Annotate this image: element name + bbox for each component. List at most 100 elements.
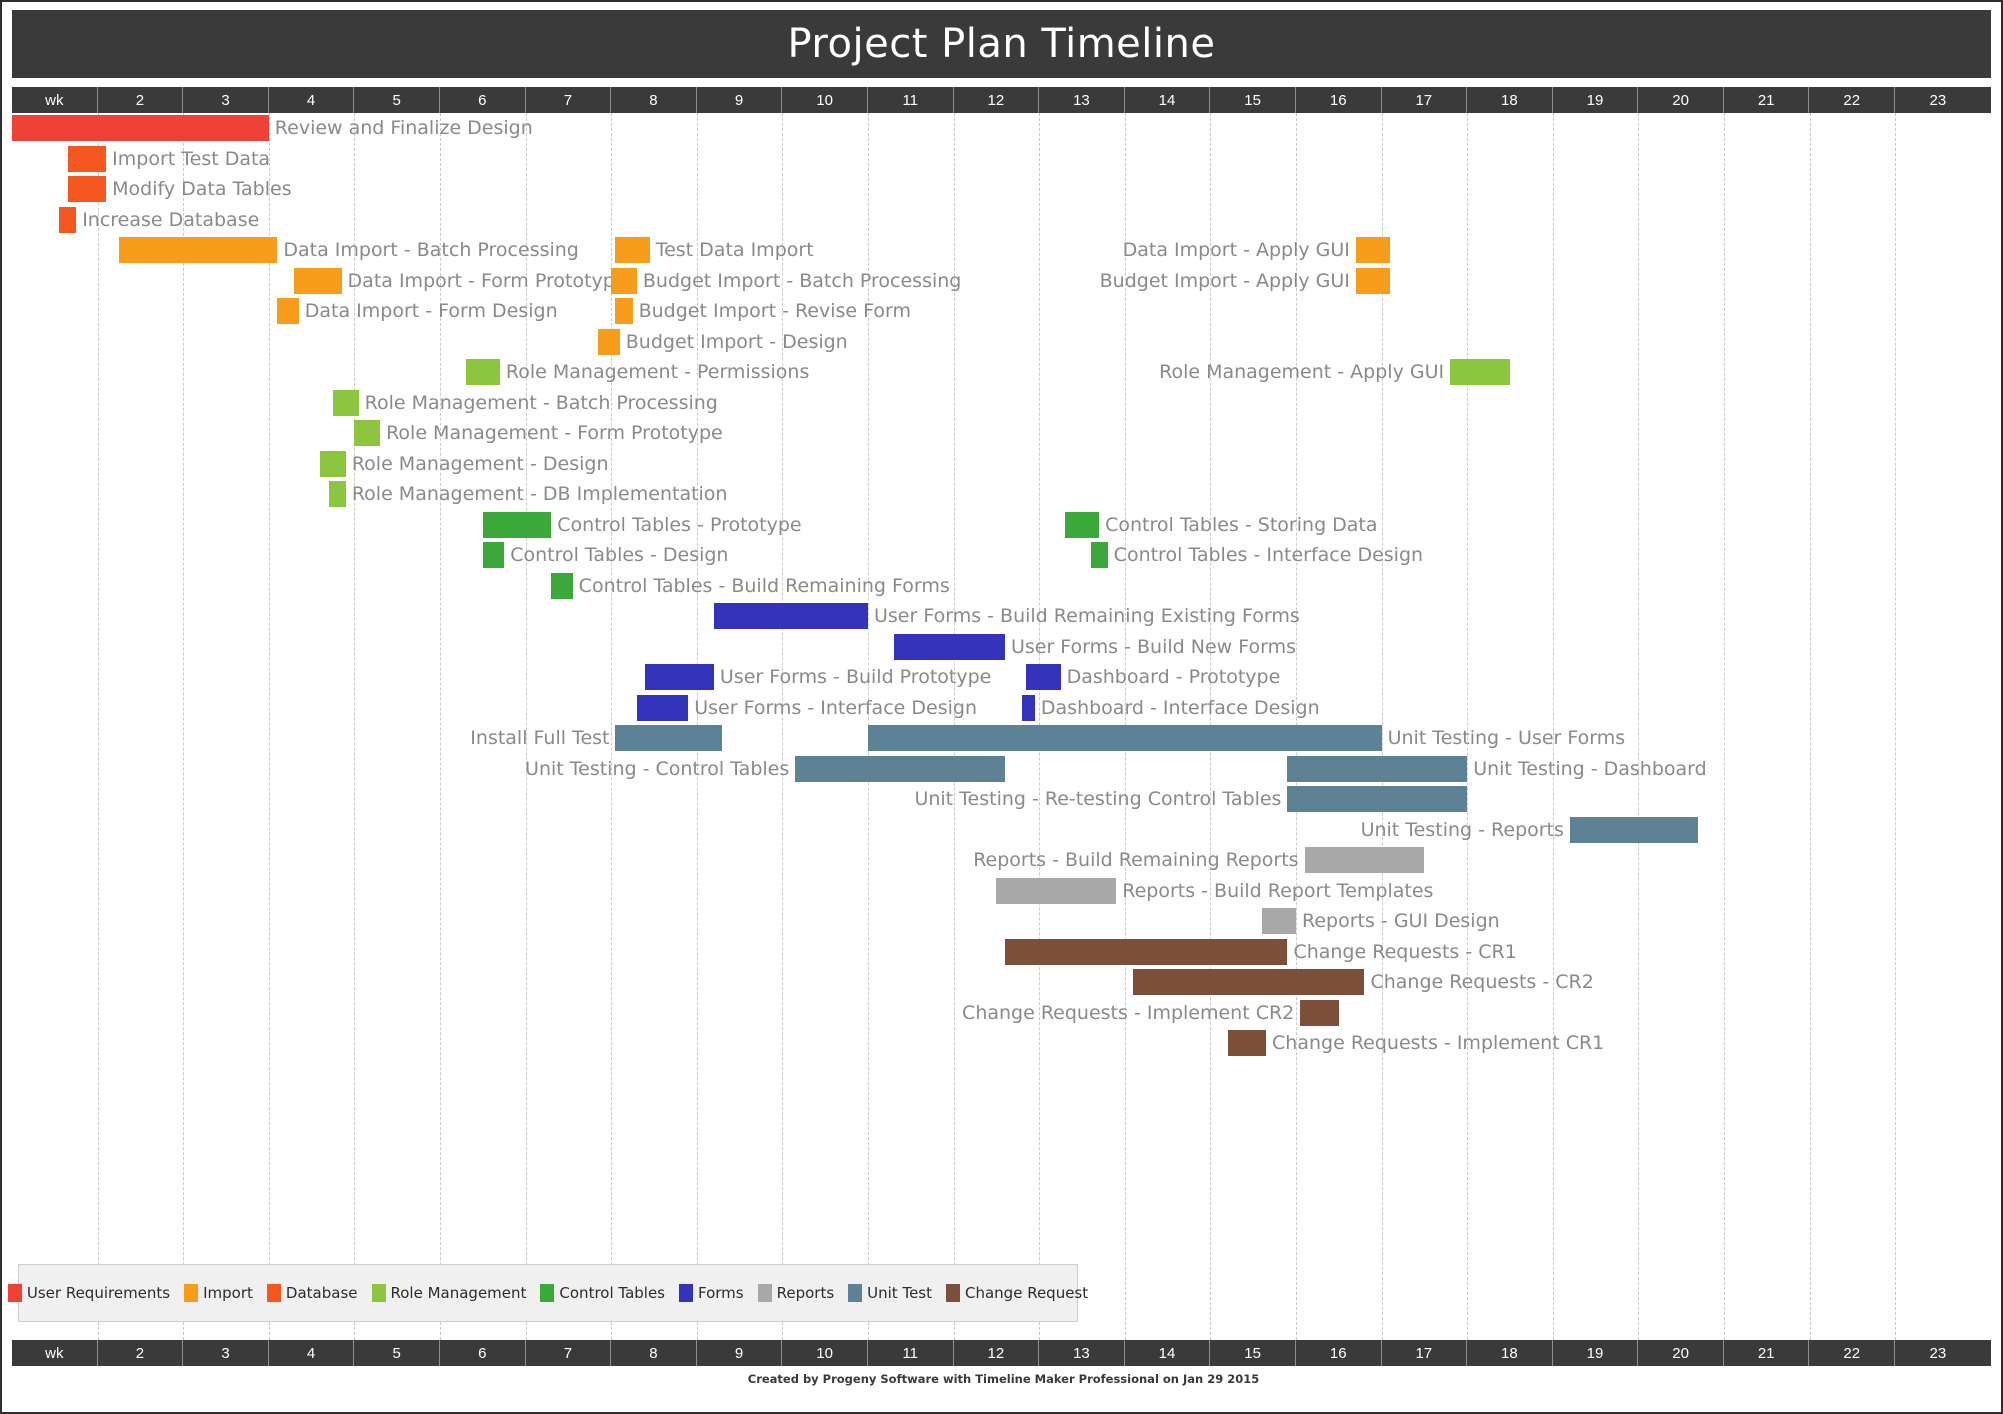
legend-item[interactable]: Forms: [679, 1284, 744, 1302]
legend-item[interactable]: Import: [184, 1284, 253, 1302]
task-label: Control Tables - Storing Data: [1105, 513, 1378, 536]
task-bar[interactable]: [868, 725, 1382, 751]
legend-item[interactable]: Change Request: [946, 1284, 1088, 1302]
task-bar[interactable]: [1022, 694, 1035, 721]
week-tick-13: 13: [1039, 87, 1125, 113]
task-bar[interactable]: [551, 572, 573, 599]
task-label: Budget Import - Revise Form: [638, 300, 912, 322]
task-bar[interactable]: [1004, 938, 1288, 965]
task-label: Change Requests - CR1: [1293, 940, 1517, 963]
task-row: Modify Data Tables: [12, 174, 1991, 205]
task-bar[interactable]: [1355, 237, 1391, 263]
task-bar[interactable]: [1304, 847, 1425, 873]
task-bar[interactable]: [1133, 969, 1365, 995]
task-row: Change Requests - CR2: [12, 967, 1991, 998]
task-row: Change Requests - CR1: [12, 937, 1991, 968]
page-title: Project Plan Timeline: [787, 21, 1216, 67]
task-bar[interactable]: [354, 420, 381, 446]
task-bar[interactable]: [996, 877, 1117, 904]
task-bar[interactable]: [59, 206, 77, 233]
task-label: Budget Import - Design: [625, 330, 848, 353]
task-bar[interactable]: [615, 298, 633, 324]
task-row: User Forms - Build New Forms: [12, 632, 1991, 663]
task-label: Change Requests - Implement CR1: [1272, 1032, 1605, 1054]
legend-swatch-icon: [540, 1284, 555, 1302]
legend-swatch-icon: [7, 1284, 22, 1302]
task-row: Role Management - Batch Processing: [12, 388, 1991, 419]
legend-swatch-icon: [371, 1284, 386, 1302]
task-label: Role Management - Form Prototype: [386, 422, 723, 444]
task-label: Modify Data Tables: [112, 178, 292, 200]
week-tick-16: 16: [1296, 87, 1382, 113]
task-label: User Forms - Build New Forms: [1010, 635, 1296, 658]
task-bar[interactable]: [1287, 755, 1468, 782]
legend-item[interactable]: User Requirements: [7, 1284, 170, 1302]
task-label: Change Requests - CR2: [1370, 971, 1594, 993]
task-label: Reports - Build Remaining Reports: [973, 849, 1299, 871]
week-tick-23: 23: [1929, 91, 1947, 109]
legend-item[interactable]: Unit Test: [848, 1284, 932, 1302]
task-row: Import Test Data: [12, 144, 1991, 175]
task-bar[interactable]: [67, 145, 107, 172]
task-bar[interactable]: [320, 450, 346, 477]
task-bar[interactable]: [598, 328, 620, 355]
task-bar[interactable]: [1026, 664, 1061, 690]
legend-item[interactable]: Reports: [757, 1284, 834, 1302]
task-row: Change Requests - Implement CR1: [12, 1028, 1991, 1059]
task-row: Role Management - Apply GUI: [12, 357, 1991, 388]
week-tick-wk: wk: [12, 87, 98, 113]
task-label: Role Management - Apply GUI: [1159, 361, 1445, 383]
task-bar[interactable]: [328, 481, 346, 507]
footer-credit: Created by Progeny Software with Timelin…: [747, 1372, 1260, 1386]
legend-label: Import: [203, 1284, 253, 1302]
week-tick-21: 21: [1724, 1340, 1810, 1366]
task-label: User Forms - Build Remaining Existing Fo…: [874, 605, 1300, 627]
task-row: Unit Testing - User Forms: [12, 723, 1991, 754]
week-tick-19: 19: [1553, 1340, 1639, 1366]
legend-swatch-icon: [679, 1284, 693, 1302]
task-bar[interactable]: [1300, 999, 1339, 1026]
week-tick-15: 15: [1210, 87, 1296, 113]
week-tick-15: 15: [1210, 1340, 1296, 1366]
task-bar[interactable]: [1227, 1030, 1267, 1056]
task-row: Budget Import - Revise Form: [12, 296, 1991, 327]
week-tick-8: 8: [611, 1340, 697, 1366]
task-bar[interactable]: [1090, 542, 1108, 568]
week-tick-20: 20: [1638, 87, 1724, 113]
task-bar[interactable]: [333, 389, 359, 416]
legend-item[interactable]: Database: [266, 1284, 358, 1302]
week-tick-16: 16: [1296, 1340, 1382, 1366]
week-tick-11: 11: [868, 1340, 954, 1366]
task-label: Budget Import - Apply GUI: [1099, 269, 1350, 292]
week-tick-3: 3: [183, 1340, 269, 1366]
task-bar[interactable]: [1569, 816, 1699, 843]
task-label: Increase Database: [82, 208, 260, 231]
task-row: Role Management - Design: [12, 449, 1991, 480]
task-bar[interactable]: [67, 176, 107, 202]
week-tick-18: 18: [1467, 1340, 1553, 1366]
task-row: Data Import - Apply GUI: [12, 235, 1991, 266]
legend-label: Database: [285, 1284, 358, 1302]
task-row: Budget Import - Apply GUI: [12, 266, 1991, 297]
legend-swatch-icon: [848, 1284, 863, 1302]
task-row: Control Tables - Interface Design: [12, 540, 1991, 571]
task-bar[interactable]: [1261, 908, 1296, 934]
week-tick-5: 5: [354, 1340, 440, 1366]
legend: User Requirements Import Database Role Mana…: [7, 1264, 1088, 1322]
task-bar[interactable]: [1450, 359, 1510, 385]
title-bar: Project Plan Timeline: [12, 10, 1991, 78]
task-label: Change Requests - Implement CR2: [962, 1001, 1295, 1024]
legend-item[interactable]: Control Tables: [540, 1284, 665, 1302]
task-bar[interactable]: [12, 115, 269, 141]
week-tick-11: 11: [868, 87, 954, 113]
task-bar[interactable]: [1287, 786, 1468, 812]
week-tick-8: 8: [611, 87, 697, 113]
legend-item[interactable]: Role Management: [371, 1284, 526, 1302]
week-tick-14: 14: [1125, 1340, 1211, 1366]
task-row: Change Requests - Implement CR2: [12, 998, 1991, 1029]
task-bar[interactable]: [893, 633, 1005, 660]
task-bar[interactable]: [1064, 511, 1100, 538]
task-bar[interactable]: [713, 603, 868, 629]
task-label: Dashboard - Prototype: [1066, 666, 1281, 688]
task-bar[interactable]: [1355, 267, 1391, 294]
